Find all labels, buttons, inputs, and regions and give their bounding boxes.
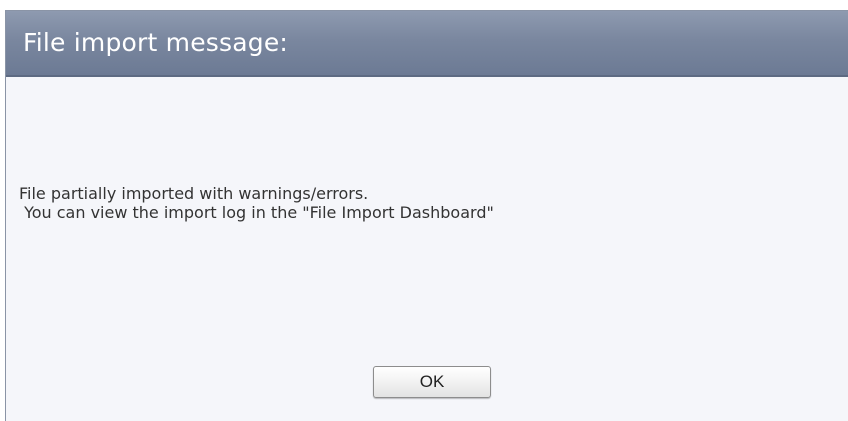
dialog-title-bar: File import message: (6, 11, 848, 77)
message-line-1: File partially imported with warnings/er… (19, 184, 369, 203)
dialog-title: File import message: (23, 28, 289, 57)
dialog-message: File partially imported with warnings/er… (19, 184, 494, 222)
import-message-dialog: File import message: File partially impo… (5, 10, 848, 421)
message-line-2: You can view the import log in the "File… (19, 203, 494, 222)
ok-button[interactable]: OK (373, 366, 491, 398)
ok-button-label: OK (419, 372, 445, 391)
